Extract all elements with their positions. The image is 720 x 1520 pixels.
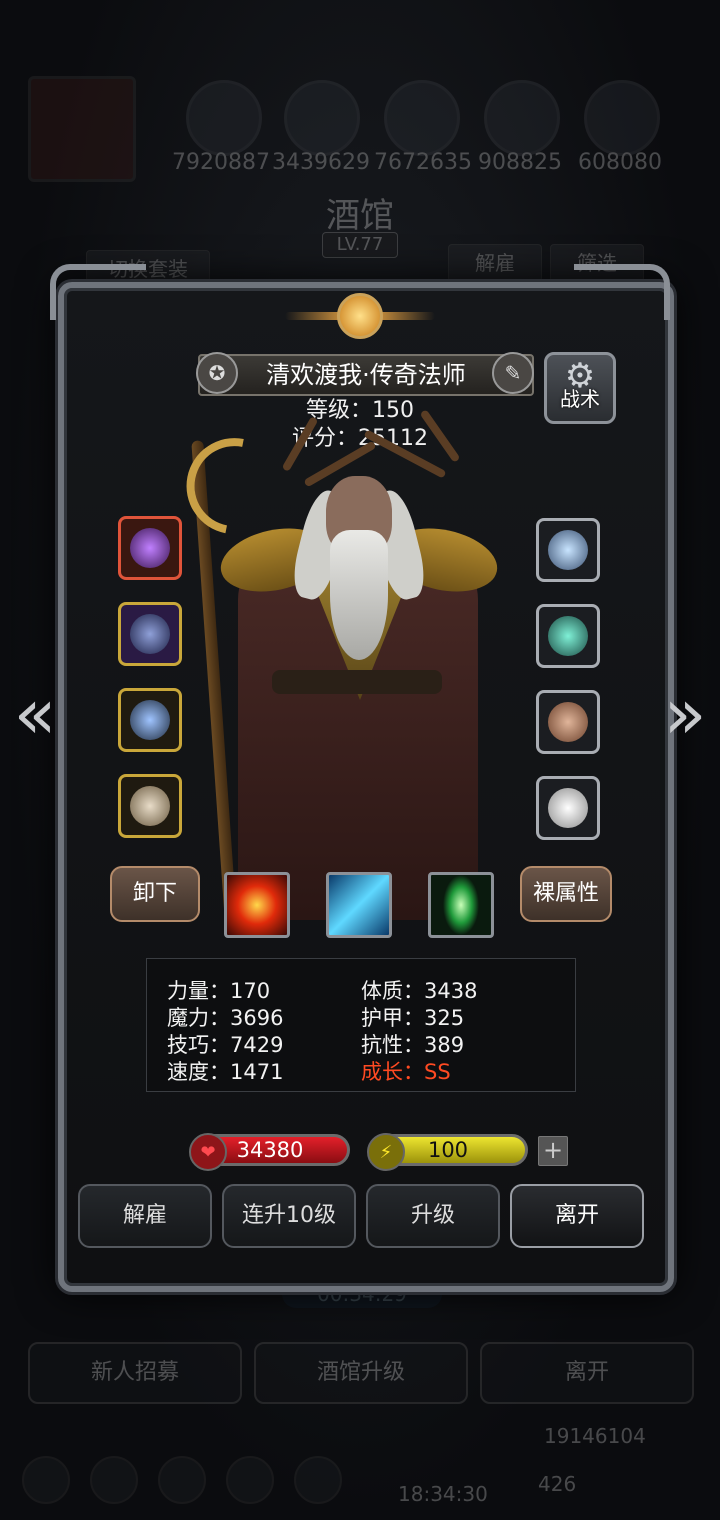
medal-icon[interactable]: ✪ bbox=[196, 352, 238, 394]
menu-icon bbox=[158, 1456, 206, 1504]
shell-item-icon bbox=[548, 702, 588, 742]
resource-value: 3439629 bbox=[272, 150, 370, 175]
scale-item-icon bbox=[548, 788, 588, 828]
gem-count: 426 bbox=[538, 1472, 577, 1496]
energy-bar: ⚡ 100 bbox=[367, 1133, 528, 1171]
resource-icon bbox=[284, 80, 360, 156]
equip-slot-shell[interactable] bbox=[536, 690, 600, 754]
equip-slot-scale[interactable] bbox=[536, 776, 600, 840]
hero-portrait bbox=[150, 409, 570, 940]
resource-value: 908825 bbox=[478, 150, 562, 175]
stat-strength: 力量：170 bbox=[167, 979, 271, 1003]
staff-item-icon bbox=[130, 528, 170, 568]
bg-leave-button: 离开 bbox=[480, 1342, 694, 1404]
next-hero-arrow-icon[interactable]: » bbox=[660, 679, 710, 749]
equip-slot-weapon[interactable] bbox=[118, 516, 182, 580]
equip-slot-necklace[interactable] bbox=[118, 688, 182, 752]
necklace-item-icon bbox=[130, 700, 170, 740]
menu-icon bbox=[226, 1456, 274, 1504]
tavern-upgrade-button: 酒馆升级 bbox=[254, 1342, 468, 1404]
resource-value: 7920887 bbox=[172, 150, 270, 175]
equip-slot-armor[interactable] bbox=[118, 602, 182, 666]
frame-ornament bbox=[574, 264, 670, 320]
clock: 18:34:30 bbox=[398, 1482, 488, 1506]
dismiss-button[interactable]: 解雇 bbox=[78, 1184, 212, 1248]
stat-skill: 技巧：7429 bbox=[167, 1033, 284, 1057]
new-recruit-button: 新人招募 bbox=[28, 1342, 242, 1404]
frame-ornament bbox=[50, 264, 146, 320]
fire-skill-icon[interactable] bbox=[224, 872, 290, 938]
emblem-icon bbox=[285, 293, 435, 339]
resource-icon bbox=[186, 80, 262, 156]
menu-icon bbox=[294, 1456, 342, 1504]
stat-speed: 速度：1471 bbox=[167, 1060, 284, 1084]
nature-skill-icon[interactable] bbox=[428, 872, 494, 938]
menu-icon bbox=[90, 1456, 138, 1504]
gem-item-icon bbox=[548, 616, 588, 656]
hp-value: 34380 bbox=[236, 1138, 304, 1162]
naked-stats-button[interactable]: 裸属性 bbox=[520, 866, 612, 922]
stat-armor: 护甲：325 bbox=[361, 1006, 465, 1030]
equip-slot-gem[interactable] bbox=[536, 604, 600, 668]
resource-icon bbox=[584, 80, 660, 156]
player-avatar bbox=[28, 76, 136, 182]
prev-hero-arrow-icon[interactable]: « bbox=[10, 679, 60, 749]
bg-dismiss-button: 解雇 bbox=[448, 244, 542, 282]
resource-icon bbox=[384, 80, 460, 156]
stat-resistance: 抗性：389 bbox=[361, 1033, 465, 1057]
resource-value: 608080 bbox=[578, 150, 662, 175]
level-up-10-button[interactable]: 连升10级 bbox=[222, 1184, 356, 1248]
equip-slot-ring[interactable] bbox=[536, 518, 600, 582]
add-energy-button[interactable]: + bbox=[538, 1136, 568, 1166]
menu-icon bbox=[22, 1456, 70, 1504]
stats-panel: 力量：170 魔力：3696 技巧：7429 速度：1471 体质：3438 护… bbox=[146, 958, 576, 1092]
stat-constitution: 体质：3438 bbox=[361, 979, 478, 1003]
stat-growth: 成长：SS bbox=[361, 1060, 451, 1084]
tavern-title: 酒馆 bbox=[326, 196, 394, 236]
hp-bar: ❤ 34380 bbox=[189, 1133, 350, 1171]
unequip-button[interactable]: 卸下 bbox=[110, 866, 200, 922]
rename-edit-icon[interactable]: ✎ bbox=[492, 352, 534, 394]
ring-item-icon bbox=[548, 530, 588, 570]
armor-item-icon bbox=[130, 614, 170, 654]
leave-button[interactable]: 离开 bbox=[510, 1184, 644, 1248]
stat-magic: 魔力：3696 bbox=[167, 1006, 284, 1030]
equip-slot-amulet[interactable] bbox=[118, 774, 182, 838]
hero-name: 清欢渡我·传奇法师 bbox=[198, 354, 534, 396]
energy-value: 100 bbox=[427, 1138, 469, 1162]
resource-icon bbox=[484, 80, 560, 156]
gold-count: 19146104 bbox=[544, 1424, 646, 1448]
tavern-level: LV.77 bbox=[322, 232, 398, 258]
amulet-item-icon bbox=[130, 786, 170, 826]
level-up-button[interactable]: 升级 bbox=[366, 1184, 500, 1248]
resource-value: 7672635 bbox=[374, 150, 472, 175]
ice-skill-icon[interactable] bbox=[326, 872, 392, 938]
